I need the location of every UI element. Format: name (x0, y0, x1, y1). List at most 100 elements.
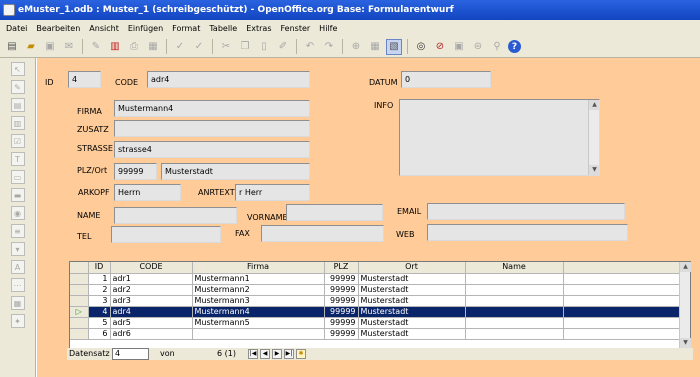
cell-plz[interactable]: 99999 (324, 317, 359, 329)
column-header-ort[interactable]: Ort (358, 262, 466, 274)
column-header-id[interactable]: ID (88, 262, 111, 274)
cell-code[interactable]: adr1 (110, 273, 193, 285)
id-field[interactable]: 4 (68, 71, 101, 88)
gallery-icon[interactable]: ▣ (451, 39, 467, 55)
info-scrollbar[interactable]: ▲ ▼ (588, 100, 600, 175)
select-pointer-icon[interactable]: ↖ (10, 62, 25, 76)
row-header[interactable] (70, 317, 89, 329)
table-row[interactable]: 6 adr6 99999 Musterstadt (70, 328, 681, 340)
column-header-name[interactable]: Name (465, 262, 564, 274)
cell-ort[interactable]: Musterstadt (358, 284, 466, 296)
table-icon[interactable]: ▦ (367, 39, 383, 55)
fax-field[interactable] (261, 225, 384, 242)
menu-tabelle[interactable]: Tabelle (209, 24, 237, 33)
redo-icon[interactable]: ↷ (321, 39, 337, 55)
more-controls-icon[interactable]: ⋯ (10, 278, 25, 292)
cell-ort[interactable]: Musterstadt (358, 306, 466, 318)
paste-icon[interactable]: ▯ (256, 39, 272, 55)
cell-name[interactable] (465, 284, 564, 296)
print-icon[interactable]: ⎙ (126, 39, 142, 55)
cell-plz[interactable]: 99999 (324, 273, 359, 285)
checkbox-icon[interactable]: ☑ (10, 134, 25, 148)
format-paintbrush-icon[interactable]: ✐ (275, 39, 291, 55)
email-icon[interactable]: ✉ (61, 39, 77, 55)
formatted-field-icon[interactable]: ▭ (10, 170, 25, 184)
menu-fenster[interactable]: Fenster (281, 24, 311, 33)
menu-format[interactable]: Format (172, 24, 200, 33)
table-row-current[interactable]: ▷ 4 adr4 Mustermann4 99999 Musterstadt (70, 306, 681, 318)
edit-file-icon[interactable]: ✎ (88, 39, 104, 55)
zoom-icon[interactable]: ⚲ (489, 39, 505, 55)
label-field-icon[interactable]: A (10, 260, 25, 274)
table-row[interactable]: 1 adr1 Mustermann1 99999 Musterstadt (70, 273, 681, 285)
cell-code[interactable]: adr5 (110, 317, 193, 329)
autospellcheck-icon[interactable]: ✓ (191, 39, 207, 55)
cell-code[interactable]: adr4 (110, 306, 193, 318)
cell-firma[interactable]: Mustermann5 (192, 317, 325, 329)
cell-code[interactable]: adr2 (110, 284, 193, 296)
firma-field[interactable]: Mustermann4 (114, 100, 310, 117)
cut-icon[interactable]: ✂ (218, 39, 234, 55)
cell-id[interactable]: 3 (88, 295, 111, 307)
vorname-field[interactable] (286, 204, 383, 221)
code-field[interactable]: adr4 (147, 71, 310, 88)
scroll-up-icon[interactable]: ▲ (680, 262, 691, 272)
page-preview-icon[interactable]: ▦ (145, 39, 161, 55)
open-folder-icon[interactable]: ▰ (23, 39, 39, 55)
cell-ort[interactable]: Musterstadt (358, 328, 466, 340)
listbox-icon[interactable]: ≡ (10, 224, 25, 238)
zusatz-field[interactable] (114, 120, 310, 137)
scroll-down-icon[interactable]: ▼ (589, 165, 600, 175)
ort-field[interactable]: Musterstadt (161, 163, 310, 180)
menu-einfuegen[interactable]: Einfügen (128, 24, 163, 33)
cell-plz[interactable]: 99999 (324, 284, 359, 296)
cell-plz[interactable]: 99999 (324, 306, 359, 318)
cell-plz[interactable]: 99999 (324, 328, 359, 340)
datasource-icon[interactable]: ⊜ (470, 39, 486, 55)
cell-code[interactable]: adr3 (110, 295, 193, 307)
last-record-icon[interactable]: ▶| (284, 349, 294, 359)
record-number-field[interactable]: 4 (112, 348, 149, 360)
cell-id[interactable]: 6 (88, 328, 111, 340)
column-header-code[interactable]: CODE (110, 262, 193, 274)
cell-name[interactable] (465, 295, 564, 307)
menu-extras[interactable]: Extras (246, 24, 271, 33)
row-header[interactable] (70, 273, 89, 285)
cell-id[interactable]: 4 (88, 306, 111, 318)
textbox-icon[interactable]: T (10, 152, 25, 166)
row-header[interactable] (70, 284, 89, 296)
row-header[interactable] (70, 328, 89, 340)
copy-icon[interactable]: ❐ (237, 39, 253, 55)
web-field[interactable] (427, 224, 628, 241)
form-design-icon[interactable]: ▦ (10, 296, 25, 310)
arkopf-field[interactable]: Herrn (114, 184, 181, 201)
undo-icon[interactable]: ↶ (302, 39, 318, 55)
cell-name[interactable] (465, 306, 564, 318)
first-record-icon[interactable]: |◀ (248, 349, 258, 359)
find-icon[interactable]: ◎ (413, 39, 429, 55)
design-mode-icon[interactable]: ▧ (386, 38, 402, 55)
table-row[interactable]: 3 adr3 Mustermann3 99999 Musterstadt (70, 295, 681, 307)
grid-scrollbar[interactable]: ▲ ▼ (679, 262, 691, 348)
current-record-arrow-icon[interactable]: ▷ (70, 306, 89, 318)
wizards-icon[interactable]: ✦ (10, 314, 25, 328)
cell-firma[interactable]: Mustermann2 (192, 284, 325, 296)
cell-firma[interactable] (192, 328, 325, 340)
spellcheck-icon[interactable]: ✓ (172, 39, 188, 55)
save-icon[interactable]: ▣ (42, 39, 58, 55)
new-record-icon[interactable]: ✱ (296, 349, 306, 359)
cell-firma[interactable]: Mustermann4 (192, 306, 325, 318)
menu-hilfe[interactable]: Hilfe (319, 24, 337, 33)
scroll-down-icon[interactable]: ▼ (680, 338, 691, 348)
cell-plz[interactable]: 99999 (324, 295, 359, 307)
cell-ort[interactable]: Musterstadt (358, 317, 466, 329)
cell-id[interactable]: 1 (88, 273, 111, 285)
control-properties-icon[interactable]: ▤ (10, 98, 25, 112)
cell-id[interactable]: 5 (88, 317, 111, 329)
form-properties-icon[interactable]: ▥ (10, 116, 25, 130)
info-textarea[interactable]: ▲ ▼ (399, 99, 600, 176)
new-document-icon[interactable]: ▤ (4, 39, 20, 55)
push-button-icon[interactable]: ▬ (10, 188, 25, 202)
combobox-icon[interactable]: ▾ (10, 242, 25, 256)
cell-name[interactable] (465, 317, 564, 329)
